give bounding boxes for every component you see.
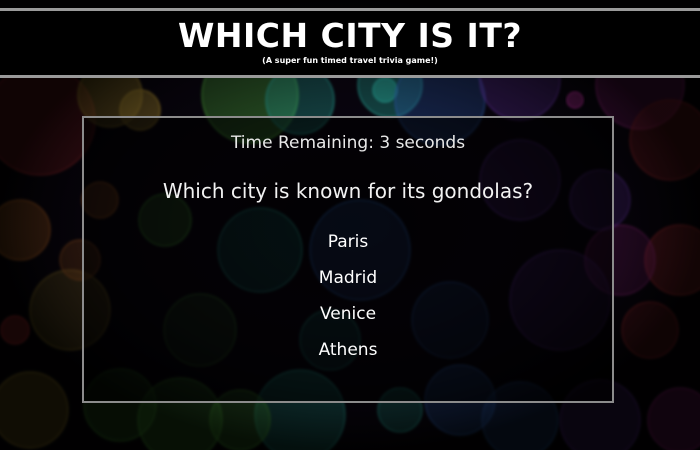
quiz-panel: Time Remaining: 3 seconds Which city is … — [82, 116, 614, 403]
time-remaining: Time Remaining: 3 seconds — [230, 133, 466, 153]
game-subtitle: (A super fun timed travel trivia game!) — [262, 56, 438, 65]
game-screen: WHICH CITY IS IT? (A super fun timed tra… — [0, 0, 700, 450]
game-title: WHICH CITY IS IT? — [178, 16, 522, 55]
answer-list: Paris Madrid Venice Athens — [84, 229, 612, 373]
question-text: Which city is known for its gondolas? — [162, 179, 534, 203]
title-banner: WHICH CITY IS IT? (A super fun timed tra… — [0, 8, 700, 78]
answer-option-athens[interactable]: Athens — [248, 337, 448, 373]
answer-option-paris[interactable]: Paris — [248, 229, 448, 265]
answer-option-venice[interactable]: Venice — [248, 301, 448, 337]
answer-option-madrid[interactable]: Madrid — [248, 265, 448, 301]
